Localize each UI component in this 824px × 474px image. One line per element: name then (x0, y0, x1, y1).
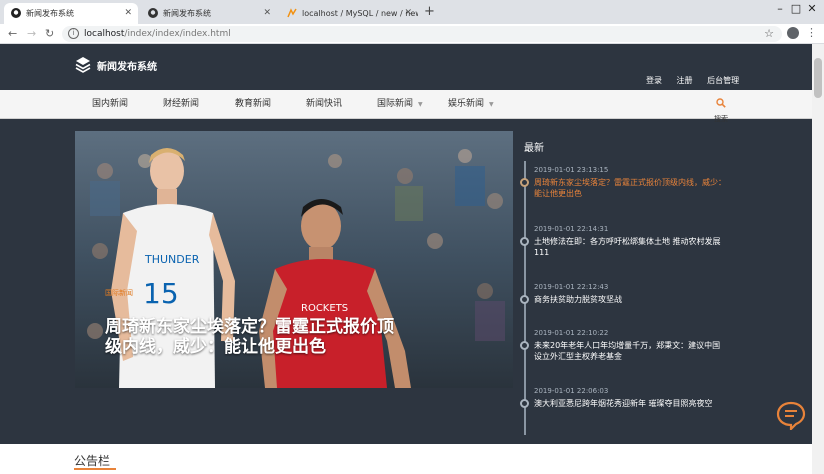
tab-title: 新闻发布系统 (163, 9, 211, 18)
page: 新闻发布系统 登录 注册 后台管理 国内新闻 财经新闻 教育新闻 新闻快讯 国际… (0, 44, 812, 474)
phpmyadmin-icon (287, 8, 297, 18)
layers-icon (75, 57, 91, 73)
timeline-title[interactable]: 未来20年老年人口年均增量千万，郑秉文：建议中国设立外汇型主权养老基金 (534, 340, 728, 362)
nav-item-finance[interactable]: 财经新闻 (163, 90, 199, 119)
github-icon (148, 8, 158, 18)
timeline-time: 2019-01-01 22:06:03 (534, 387, 609, 395)
back-icon[interactable]: ← (8, 26, 17, 42)
svg-text:15: 15 (143, 277, 179, 310)
main-nav: 国内新闻 财经新闻 教育新闻 新闻快讯 国际新闻 ▼ 娱乐新闻 ▼ 搜索 (0, 90, 812, 123)
hero-banner[interactable]: THUNDER 15 ROCKETS 国际新闻 周琦新东家尘埃落定？雷霆正式报价… (75, 131, 513, 388)
timeline-dot (520, 399, 529, 408)
timeline-dot (520, 237, 529, 246)
top-links: 登录 注册 后台管理 (646, 75, 751, 86)
info-icon[interactable]: i (68, 28, 79, 39)
tab-title: 新闻发布系统 (26, 9, 74, 18)
svg-text:ROCKETS: ROCKETS (301, 303, 348, 314)
admin-link[interactable]: 后台管理 (707, 76, 739, 85)
page-scrollbar[interactable] (812, 44, 824, 474)
timeline-title[interactable]: 商务扶贫助力脱贫攻坚战 (534, 294, 728, 305)
close-tab-icon[interactable]: ✕ (263, 3, 271, 24)
timeline-title[interactable]: 周琦新东家尘埃落定？雷霆正式报价顶级内线，威少：能让他更出色 (534, 177, 728, 199)
nav-item-international[interactable]: 国际新闻 ▼ (377, 90, 423, 119)
notice-board-title: 公告栏 (74, 454, 111, 468)
search-icon (716, 98, 726, 108)
bookmark-star-icon[interactable]: ☆ (764, 26, 774, 42)
reload-icon[interactable]: ↻ (45, 26, 54, 42)
scrollbar-thumb[interactable] (814, 58, 822, 98)
new-tab-button[interactable]: + (424, 3, 435, 21)
close-tab-icon[interactable]: ✕ (124, 3, 132, 24)
timeline-time: 2019-01-01 23:13:15 (534, 166, 609, 174)
timeline-dot (520, 295, 529, 304)
nav-item-education[interactable]: 教育新闻 (235, 90, 271, 119)
timeline-dot (520, 341, 529, 350)
register-link[interactable]: 注册 (677, 76, 693, 85)
github-icon (11, 8, 21, 18)
logo-text: 新闻发布系统 (97, 62, 157, 73)
browser-tab-2[interactable]: 新闻发布系统 ✕ (141, 3, 277, 24)
url-text[interactable]: localhost/index/index/index.html (84, 26, 231, 42)
hero-title[interactable]: 周琦新东家尘埃落定？雷霆正式报价顶级内线，威少：能让他更出色 (105, 317, 395, 357)
search-button[interactable]: 搜索 (708, 93, 734, 124)
notice-board: 公告栏 (0, 444, 812, 474)
address-bar[interactable]: i localhost/index/index/index.html ☆ (62, 26, 782, 42)
forward-icon[interactable]: → (27, 26, 36, 42)
timeline-time: 2019-01-01 22:14:31 (534, 225, 609, 233)
search-label: 搜索 (714, 115, 728, 123)
browser-tab-bar: 新闻发布系统 ✕ 新闻发布系统 ✕ localhost / MySQL / ne… (0, 0, 824, 24)
browser-tab-3[interactable]: localhost / MySQL / new / new ✕ (280, 3, 418, 24)
jersey-text: THUNDER (144, 253, 200, 266)
nav-item-flash[interactable]: 新闻快讯 (306, 90, 342, 119)
chat-bubble-icon[interactable] (776, 400, 806, 430)
close-window-icon[interactable]: ✕ (798, 2, 824, 16)
latest-heading: 最新 (524, 143, 544, 154)
browser-tab-1[interactable]: 新闻发布系统 ✕ (4, 3, 138, 24)
timeline-dot (520, 178, 529, 187)
nav-item-domestic[interactable]: 国内新闻 (92, 90, 128, 119)
notice-board-underline (74, 468, 116, 470)
timeline-title[interactable]: 土地修法在即：各方呼吁松绑集体土地 推动农村发展111 (534, 236, 728, 258)
chevron-down-icon: ▼ (489, 101, 494, 108)
timeline-time: 2019-01-01 22:10:22 (534, 329, 609, 337)
timeline-time: 2019-01-01 22:12:43 (534, 283, 609, 291)
close-tab-icon[interactable]: ✕ (404, 3, 412, 24)
login-link[interactable]: 登录 (646, 76, 662, 85)
account-icon[interactable] (787, 27, 799, 39)
timeline-title[interactable]: 澳大利亚悉尼跨年烟花秀迎新年 璀璨夺目照亮夜空 (534, 398, 728, 409)
browser-toolbar: ← → ↻ i localhost/index/index/index.html… (0, 24, 824, 44)
chevron-down-icon: ▼ (418, 101, 423, 108)
hero-category-tag: 国际新闻 (105, 289, 133, 297)
browser-menu-icon[interactable]: ⋮ (806, 25, 817, 41)
tab-title: localhost / MySQL / new / new (302, 9, 418, 18)
nav-item-entertainment[interactable]: 娱乐新闻 ▼ (448, 90, 494, 119)
